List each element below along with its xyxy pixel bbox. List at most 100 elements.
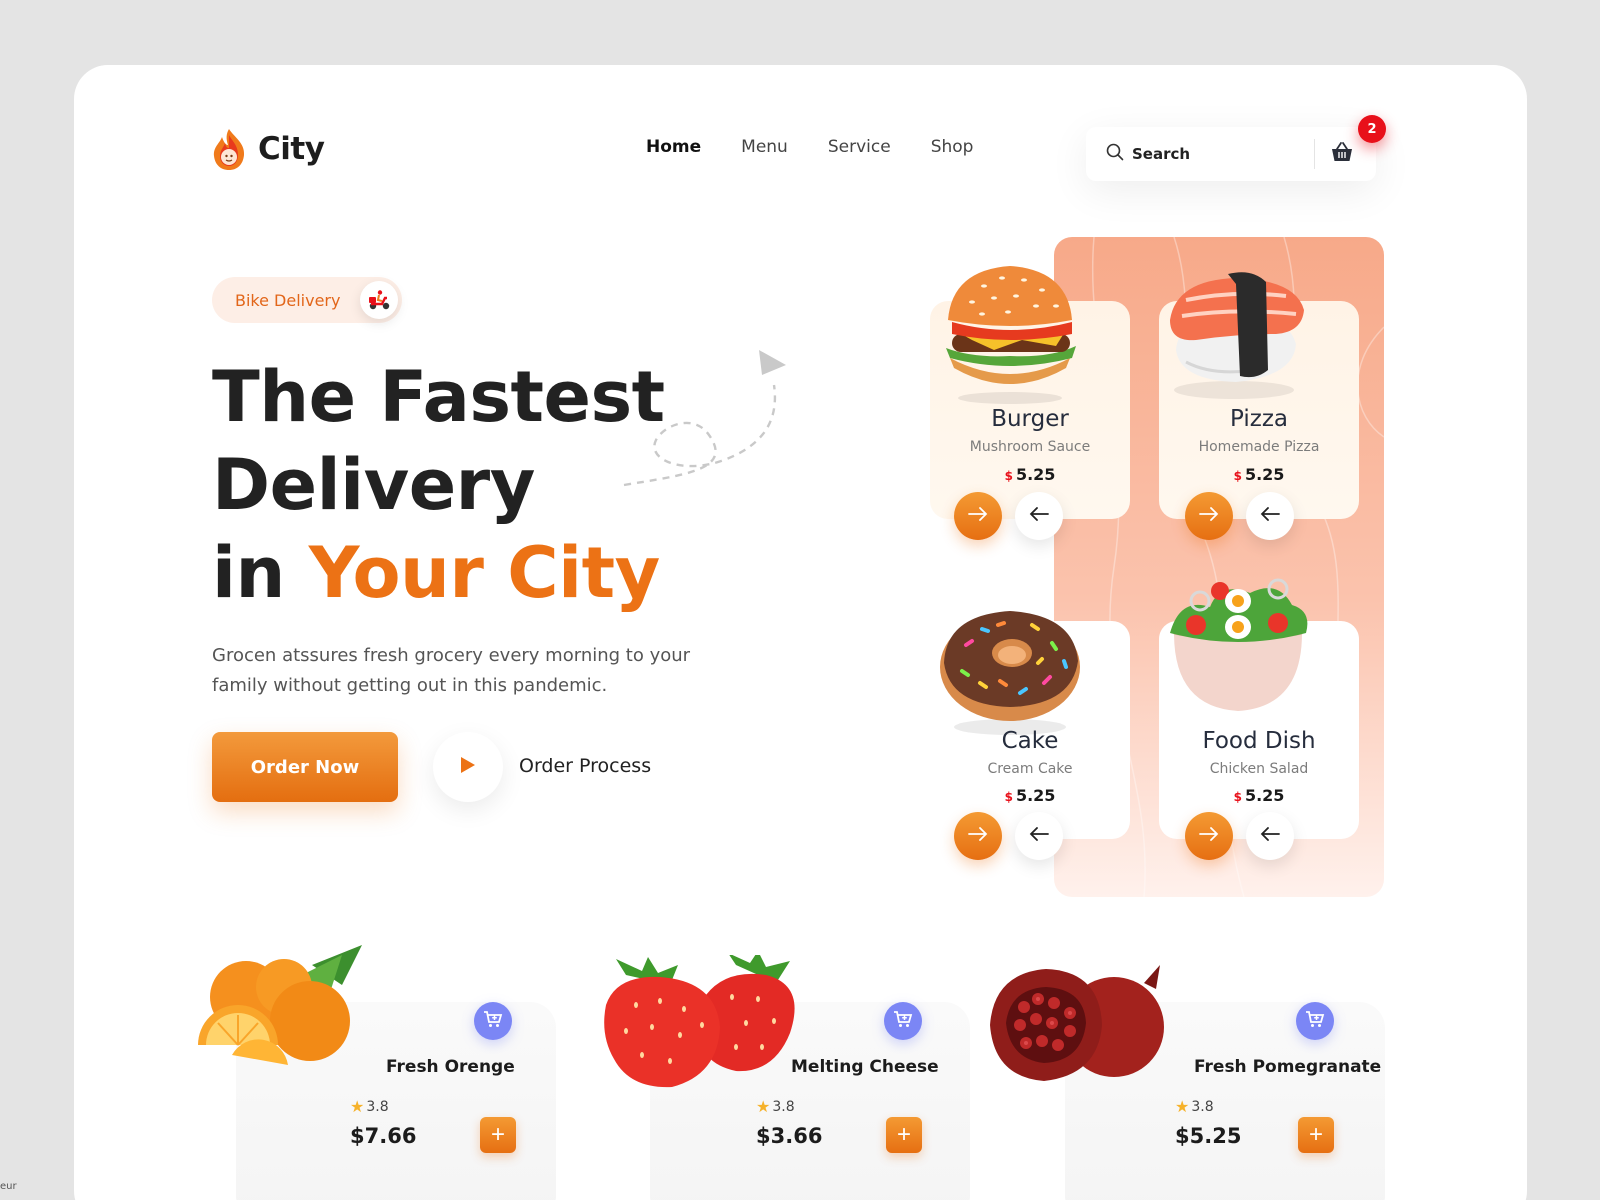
- next-button[interactable]: [1185, 492, 1233, 540]
- food-price: $5.25: [930, 465, 1130, 484]
- product-name: Fresh Pomegranate: [1194, 1057, 1382, 1077]
- currency-symbol: $: [1233, 790, 1242, 804]
- food-price: $5.25: [930, 786, 1130, 805]
- orange-image: [192, 935, 382, 1085]
- arrow-right-icon: [1199, 826, 1219, 846]
- play-button[interactable]: [433, 732, 503, 802]
- food-name: Burger: [991, 406, 1069, 432]
- currency-symbol: $: [1004, 790, 1013, 804]
- order-now-button[interactable]: Order Now: [212, 732, 398, 802]
- food-price-value: 5.25: [1244, 786, 1285, 805]
- burger-image: [932, 250, 1088, 406]
- nav-menu[interactable]: Menu: [741, 137, 788, 157]
- hero-title-prefix: in: [212, 532, 309, 614]
- basket-button[interactable]: [1326, 139, 1358, 169]
- food-subtitle: Mushroom Sauce: [969, 439, 1091, 455]
- product-name: Fresh Orenge: [386, 1057, 515, 1077]
- add-to-cart-button[interactable]: +: [886, 1117, 922, 1153]
- search-bar: [1086, 127, 1376, 181]
- nav-shop[interactable]: Shop: [931, 137, 974, 157]
- hero-title: The Fastest Delivery in Your City: [212, 353, 665, 617]
- order-process-label[interactable]: Order Process: [519, 755, 651, 777]
- product-price: $5.25: [1175, 1124, 1242, 1148]
- plus-icon: +: [1308, 1121, 1323, 1148]
- product-rating: ★ 3.8: [1175, 1097, 1214, 1116]
- arrow-right-icon: [1199, 506, 1219, 526]
- food-subtitle: Chicken Salad: [1209, 761, 1309, 777]
- cart-plus-button[interactable]: [1296, 1002, 1334, 1040]
- sushi-image: [1156, 250, 1312, 406]
- food-subtitle: Homemade Pizza: [1198, 439, 1320, 455]
- hero-description: Grocen atssures fresh grocery every morn…: [212, 645, 691, 696]
- hero-title-accent: Your City: [308, 532, 661, 614]
- arrow-left-icon: [1029, 506, 1049, 526]
- prev-button[interactable]: [1246, 812, 1294, 860]
- arrow-left-icon: [1260, 826, 1280, 846]
- search-divider: [1314, 139, 1315, 169]
- cart-plus-icon: [1305, 1010, 1325, 1033]
- dashed-route-decoration: [623, 350, 786, 487]
- cart-plus-button[interactable]: [884, 1002, 922, 1040]
- search-icon: [1106, 143, 1124, 166]
- nav-home[interactable]: Home: [646, 137, 701, 157]
- donut-image: [932, 585, 1088, 741]
- page-card: City Home Menu Service Shop 2 Bike Deliv…: [74, 65, 1527, 1200]
- strawberry-image: [586, 951, 806, 1095]
- food-price-value: 5.25: [1015, 465, 1056, 484]
- food-price-value: 5.25: [1244, 465, 1285, 484]
- food-subtitle: Cream Cake: [987, 761, 1073, 777]
- plus-icon: +: [896, 1121, 911, 1148]
- corner-note: eur: [0, 1181, 17, 1192]
- food-price-value: 5.25: [1015, 786, 1056, 805]
- arrow-left-icon: [1029, 826, 1049, 846]
- hero-title-line2: Delivery: [212, 444, 535, 526]
- brand-logo[interactable]: City: [212, 127, 325, 171]
- pomegranate-image: [984, 955, 1184, 1095]
- main-nav: Home Menu Service Shop: [646, 137, 1013, 157]
- food-name: Cake: [1001, 728, 1059, 754]
- next-button[interactable]: [1185, 812, 1233, 860]
- cart-plus-button[interactable]: [474, 1002, 512, 1040]
- product-name: Melting Cheese: [791, 1057, 939, 1077]
- plus-icon: +: [490, 1121, 505, 1148]
- arrow-left-icon: [1260, 506, 1280, 526]
- salad-bowl-image: [1160, 567, 1316, 723]
- add-to-cart-button[interactable]: +: [1298, 1117, 1334, 1153]
- cart-plus-icon: [483, 1010, 503, 1033]
- hero-title-line1: The Fastest: [212, 356, 665, 438]
- scooter-icon: [360, 281, 398, 319]
- prev-button[interactable]: [1246, 492, 1294, 540]
- currency-symbol: $: [1004, 469, 1013, 483]
- star-icon: ★: [756, 1097, 771, 1116]
- search-input[interactable]: [1132, 145, 1302, 163]
- food-name: Food Dish: [1202, 728, 1316, 754]
- product-price: $7.66: [350, 1124, 417, 1148]
- product-price: $3.66: [756, 1124, 823, 1148]
- arrow-right-icon: [968, 506, 988, 526]
- cart-count-badge: 2: [1358, 115, 1386, 143]
- food-price: $5.25: [1159, 786, 1359, 805]
- basket-icon: [1330, 141, 1354, 168]
- nav-service[interactable]: Service: [828, 137, 891, 157]
- product-rating: ★ 3.8: [350, 1097, 389, 1116]
- rating-value: 3.8: [366, 1098, 389, 1115]
- prev-button[interactable]: [1015, 492, 1063, 540]
- flame-logo-icon: [212, 127, 246, 171]
- bike-delivery-pill: Bike Delivery: [212, 277, 402, 323]
- hero-title-line3: in Your City: [212, 529, 665, 617]
- star-icon: ★: [1175, 1097, 1190, 1116]
- cart-plus-icon: [893, 1010, 913, 1033]
- product-rating: ★ 3.8: [756, 1097, 795, 1116]
- currency-symbol: $: [1233, 469, 1242, 483]
- rating-value: 3.8: [1191, 1098, 1214, 1115]
- brand-name: City: [258, 131, 325, 167]
- prev-button[interactable]: [1015, 812, 1063, 860]
- add-to-cart-button[interactable]: +: [480, 1117, 516, 1153]
- rating-value: 3.8: [772, 1098, 795, 1115]
- arrow-right-icon: [968, 826, 988, 846]
- star-icon: ★: [350, 1097, 365, 1116]
- next-button[interactable]: [954, 492, 1002, 540]
- food-price: $5.25: [1159, 465, 1359, 484]
- food-name: Pizza: [1230, 406, 1288, 432]
- next-button[interactable]: [954, 812, 1002, 860]
